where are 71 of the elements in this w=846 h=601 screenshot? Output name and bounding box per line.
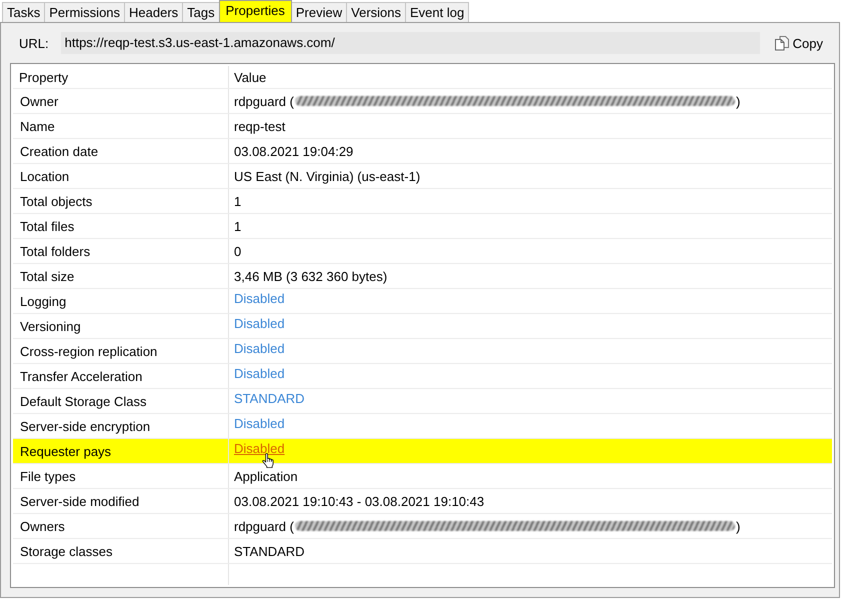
property-cell-text: Storage classes bbox=[19, 542, 114, 561]
closing-parenthesis: ) bbox=[736, 518, 740, 534]
table-row[interactable]: Storage classes STANDARD bbox=[13, 539, 832, 564]
property-cell-text: Owner bbox=[19, 92, 60, 110]
value-cell: 0 bbox=[228, 239, 832, 263]
owner-name: rdpguard ( bbox=[234, 94, 294, 108]
closing-parenthesis: ) bbox=[736, 94, 740, 108]
table-row[interactable]: Logging Disabled bbox=[13, 289, 832, 314]
table-row[interactable]: Owners rdpguard ( ) bbox=[13, 514, 832, 539]
table-row[interactable]: Total files 1 bbox=[13, 214, 832, 239]
copy-icon bbox=[774, 35, 790, 51]
value-link[interactable]: Disabled bbox=[234, 366, 285, 381]
tab[interactable]: Preview bbox=[290, 2, 348, 22]
tab[interactable]: Properties bbox=[218, 0, 292, 22]
value-cell: 03.08.2021 19:10:43 - 03.08.2021 19:10:43 bbox=[228, 489, 832, 513]
table-row[interactable]: Total objects 1 bbox=[13, 189, 832, 214]
url-field[interactable]: https://reqp-test.s3.us-east-1.amazonaws.com/ bbox=[60, 32, 760, 54]
copy-button[interactable]: Copy bbox=[770, 31, 827, 55]
tab[interactable]: Headers bbox=[124, 2, 184, 22]
property-cell-text: Transfer Acceleration bbox=[19, 368, 144, 386]
value-cell: 1 bbox=[228, 189, 832, 213]
property-cell-text: Creation date bbox=[19, 142, 100, 160]
table-row[interactable]: Cross-region replication Disabled bbox=[13, 339, 832, 364]
hand-cursor-icon bbox=[262, 453, 274, 468]
property-cell-text: Server-side encryption bbox=[19, 418, 152, 436]
table-row[interactable]: Name reqp-test bbox=[13, 114, 832, 139]
table-row[interactable]: File types Application bbox=[13, 464, 832, 489]
table-row[interactable]: Location US East (N. Virginia) (us-east-1) bbox=[13, 164, 832, 189]
property-cell-text: File types bbox=[19, 468, 77, 486]
property-cell-text: Name bbox=[19, 118, 56, 136]
table-row[interactable]: Versioning Disabled bbox=[13, 314, 832, 339]
value-link[interactable]: Disabled bbox=[234, 341, 285, 356]
property-cell-text: Total size bbox=[19, 268, 76, 286]
value-cell: US East (N. Virginia) (us-east-1) bbox=[228, 164, 832, 188]
property-cell-text: Requester pays bbox=[19, 442, 112, 461]
table-row[interactable]: Server-side modified 03.08.2021 19:10:43 - 03.08.2021 19:10:43 bbox=[13, 489, 832, 514]
property-cell-text: Versioning bbox=[19, 318, 82, 336]
table-row[interactable]: Creation date 03.08.2021 19:04:29 bbox=[13, 139, 832, 164]
value-cell: 3,46 MB (3 632 360 bytes) bbox=[228, 264, 832, 288]
column-header: Property bbox=[18, 68, 70, 87]
property-cell-text: Cross-region replication bbox=[19, 342, 158, 361]
tab[interactable]: Versions bbox=[346, 2, 406, 22]
value-link[interactable]: Disabled bbox=[234, 291, 285, 306]
value-cell: 1 bbox=[228, 214, 832, 238]
table-row[interactable]: Total folders 0 bbox=[13, 239, 832, 264]
property-cell-text: Default Storage Class bbox=[19, 392, 148, 411]
value-cell: 03.08.2021 19:04:29 bbox=[228, 139, 832, 163]
value-link[interactable]: Disabled bbox=[234, 416, 285, 431]
property-cell-text: Owners bbox=[19, 518, 66, 536]
value-link[interactable]: STANDARD bbox=[234, 391, 305, 406]
column-header: Value bbox=[228, 66, 832, 88]
table-row[interactable]: Default Storage Class STANDARD bbox=[13, 389, 832, 414]
value-cell: Application bbox=[228, 464, 832, 488]
value-cell: STANDARD bbox=[228, 539, 832, 563]
tab[interactable]: Event log bbox=[405, 2, 470, 22]
url-label: URL: bbox=[19, 36, 49, 50]
value-link[interactable]: Disabled bbox=[234, 316, 285, 331]
property-cell-text: Total objects bbox=[19, 192, 94, 211]
property-cell-text: Total files bbox=[19, 218, 76, 236]
owner-name: rdpguard ( bbox=[234, 518, 294, 534]
property-cell-text: Total folders bbox=[19, 242, 92, 260]
tab[interactable]: Permissions bbox=[44, 2, 126, 22]
property-cell-text: Logging bbox=[19, 292, 68, 311]
property-cell-text: Location bbox=[19, 168, 70, 186]
table-row[interactable]: Transfer Acceleration Disabled bbox=[13, 364, 832, 389]
tab[interactable]: Tasks bbox=[2, 2, 46, 22]
property-cell-text: Server-side modified bbox=[19, 492, 140, 510]
table-row[interactable]: Owner rdpguard ( ) bbox=[13, 89, 832, 114]
value-cell: reqp-test bbox=[228, 114, 832, 138]
table-row[interactable]: Total size 3,46 MB (3 632 360 bytes) bbox=[13, 264, 832, 289]
tab[interactable]: Tags bbox=[182, 2, 220, 22]
